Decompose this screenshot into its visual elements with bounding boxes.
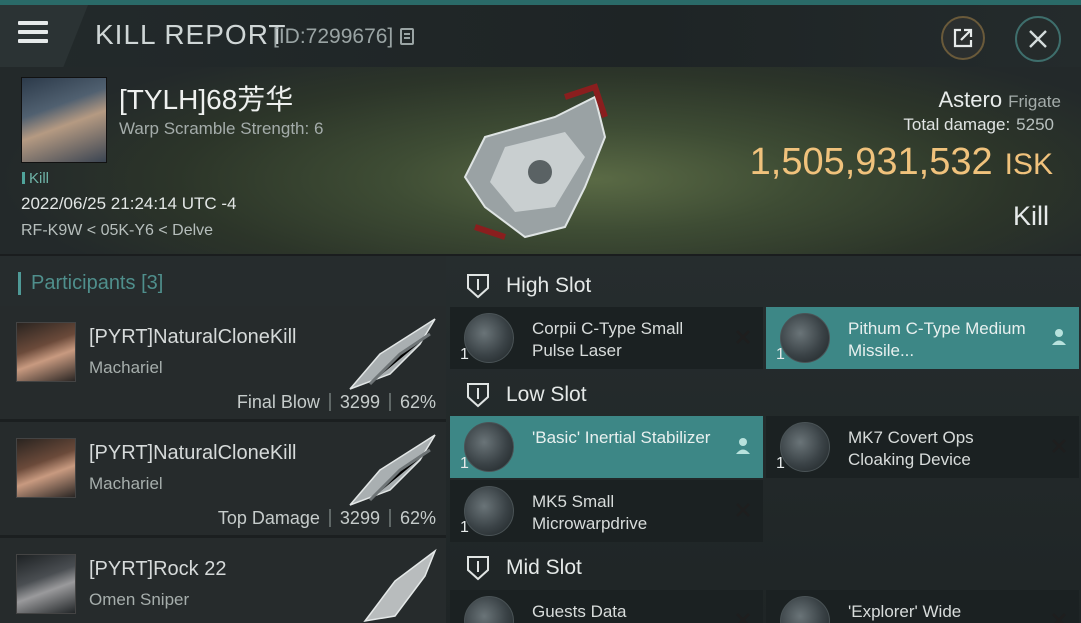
item-icon — [780, 313, 830, 363]
participant-role: Final Blow — [236, 392, 320, 412]
participants-count: [3] — [141, 272, 164, 294]
item-name: Corpii C-Type Small Pulse Laser — [532, 319, 684, 360]
participant-row[interactable]: [PYRT]NaturalCloneKill Machariel Top Dam… — [0, 422, 446, 535]
slot-shield-icon — [467, 274, 489, 299]
kill-id: [ID:7299676] — [273, 25, 394, 48]
item-quantity: 1 — [776, 455, 785, 472]
participants-panel: Participants [3] [PYRT]NaturalCloneKill … — [0, 256, 446, 623]
slot-label: High Slot — [506, 274, 592, 297]
participant-percent: 62% — [399, 508, 436, 528]
slot-shield-icon — [467, 383, 489, 408]
avatar — [16, 554, 76, 614]
participant-damage: 3299 — [339, 508, 380, 528]
isk-unit: ISK — [1004, 148, 1053, 181]
item-name: MK7 Covert Ops Cloaking Device — [848, 428, 974, 469]
participant-role: Top Damage — [217, 508, 320, 528]
destroyed-x-icon — [1052, 613, 1066, 623]
slot-label: Mid Slot — [506, 556, 582, 579]
warp-scramble-strength: Warp Scramble Strength: 6 — [119, 119, 324, 138]
victim-ship: Astero Frigate — [938, 87, 1061, 113]
item-quantity: 1 — [460, 346, 469, 363]
close-button[interactable] — [1015, 16, 1061, 62]
victim-name[interactable]: [TYLH]68芳华 — [119, 78, 293, 118]
kill-type: Kill — [1012, 201, 1049, 231]
avatar — [16, 322, 76, 382]
participant-name: [PYRT]NaturalCloneKill — [89, 442, 297, 464]
total-damage-value: 5250 — [1016, 115, 1054, 134]
fitted-item[interactable]: 1 MK5 Small Microwarpdrive — [450, 480, 763, 542]
participant-ship: Machariel — [89, 358, 163, 377]
participant-stats: Top Damage 3299 62% — [218, 508, 436, 529]
participants-title: Participants [3] — [18, 272, 163, 295]
fitted-item[interactable]: 1 Corpii C-Type Small Pulse Laser — [450, 307, 763, 369]
item-quantity: 1 — [460, 519, 469, 536]
avatar — [16, 438, 76, 498]
high-slot-header: High Slot — [446, 260, 1081, 310]
destroyed-x-icon — [736, 613, 750, 623]
mid-slot-header: Mid Slot — [446, 542, 1081, 592]
ship-name[interactable]: Astero — [938, 87, 1002, 112]
low-slot-header: Low Slot — [446, 369, 1081, 419]
item-icon — [464, 313, 514, 363]
item-name: 'Basic' Inertial Stabilizer — [532, 428, 711, 447]
slot-label: Low Slot — [506, 383, 587, 406]
close-icon — [1029, 30, 1047, 48]
destroyed-x-icon — [736, 330, 750, 344]
participant-name: [PYRT]Rock 22 — [89, 558, 227, 580]
destroyed-x-icon — [736, 503, 750, 517]
participant-row[interactable]: [PYRT]Rock 22 Omen Sniper — [0, 538, 446, 623]
page-title: KILL REPORT — [95, 19, 287, 50]
total-damage: Total damage: 5250 — [903, 115, 1054, 135]
kill-datetime: 2022/06/25 21:24:14 UTC -4 — [21, 194, 237, 213]
isk-value: 1,505,931,532 ISK — [750, 141, 1053, 184]
item-quantity: 1 — [460, 455, 469, 472]
item-name: Guests Data — [532, 602, 627, 621]
destroyed-x-icon — [1052, 439, 1066, 453]
participant-ship: Omen Sniper — [89, 590, 190, 609]
dropped-person-icon — [1052, 329, 1066, 345]
total-damage-label: Total damage: — [903, 115, 1011, 134]
item-quantity: 1 — [776, 346, 785, 363]
item-icon — [780, 596, 830, 623]
fitted-item[interactable]: 'Explorer' Wide — [766, 590, 1079, 623]
participant-ship-image — [349, 318, 436, 390]
item-icon — [464, 596, 514, 623]
item-icon — [464, 422, 514, 472]
participants-header: Participants [3] — [0, 256, 446, 306]
fitted-item[interactable]: 1 MK7 Covert Ops Cloaking Device — [766, 416, 1079, 478]
item-name: 'Explorer' Wide — [848, 602, 962, 621]
kill-summary: [TYLH]68芳华 Warp Scramble Strength: 6 Kil… — [0, 67, 1081, 254]
fitted-item[interactable]: 1 Pithum C-Type Medium Missile... — [766, 307, 1079, 369]
fitted-item[interactable]: 1 'Basic' Inertial Stabilizer — [450, 416, 763, 478]
item-icon — [780, 422, 830, 472]
item-name: MK5 Small Microwarpdrive — [532, 492, 648, 533]
window-header: KILL REPORT [ID:7299676] — [0, 5, 1081, 67]
participant-ship-image — [349, 434, 436, 506]
participant-ship: Machariel — [89, 474, 163, 493]
participant-name: [PYRT]NaturalCloneKill — [89, 326, 297, 348]
fitted-item[interactable]: Guests Data — [450, 590, 763, 623]
participant-damage: 3299 — [339, 392, 380, 412]
external-link-icon — [953, 28, 973, 48]
victim-portrait[interactable] — [21, 77, 107, 163]
ship-class: Frigate — [1008, 92, 1061, 111]
kill-tag: Kill — [22, 170, 49, 187]
open-external-button[interactable] — [941, 16, 985, 60]
victim-ship-image[interactable] — [445, 77, 625, 247]
kill-location[interactable]: RF-K9W < 05K-Y6 < Delve — [21, 222, 213, 240]
isk-amount: 1,505,931,532 — [749, 141, 993, 183]
participant-stats: Final Blow 3299 62% — [237, 392, 436, 413]
fitting-panel: High Slot 1 Corpii C-Type Small Pulse La… — [446, 256, 1081, 623]
dropped-person-icon — [736, 438, 750, 454]
menu-icon[interactable] — [18, 21, 48, 43]
copy-icon[interactable] — [400, 28, 414, 45]
participant-ship-image — [363, 548, 437, 623]
item-name: Pithum C-Type Medium Missile... — [848, 319, 1026, 360]
participant-row[interactable]: [PYRT]NaturalCloneKill Machariel Final B… — [0, 306, 446, 419]
slot-shield-icon — [467, 556, 489, 581]
participant-percent: 62% — [399, 392, 436, 412]
item-icon — [464, 486, 514, 536]
